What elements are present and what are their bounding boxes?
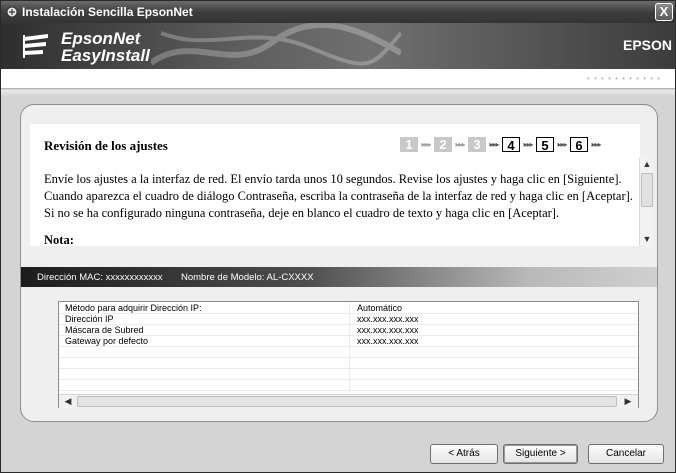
decorative-dots: • • • • • • • • • • •: [587, 74, 662, 83]
scroll-thumb[interactable]: [77, 396, 617, 407]
step-title: Revisión de los ajustes: [44, 138, 168, 153]
setting-name: Gateway por defecto: [65, 336, 149, 346]
device-info-bar: Dirección MAC: xxxxxxxxxxxx Nombre de Mo…: [21, 267, 657, 287]
step-3: 3: [468, 136, 486, 152]
step-arrow-icon: ▸▸▸: [523, 139, 533, 149]
scroll-up-icon[interactable]: ▲: [640, 158, 654, 171]
step-arrow-icon: ▸▸▸: [455, 139, 465, 149]
table-row: [59, 347, 638, 358]
epson-brand: EPSON: [623, 37, 673, 53]
step-2: 2: [434, 136, 452, 152]
scroll-thumb[interactable]: [641, 173, 653, 207]
table-row: Máscara de Subred xxx.xxx.xxx.xxx: [59, 325, 638, 336]
close-button[interactable]: X: [655, 3, 673, 21]
scroll-down-icon[interactable]: ▼: [640, 233, 654, 246]
table-row: [59, 369, 638, 380]
setting-value: xxx.xxx.xxx.xxx: [357, 314, 419, 324]
table-row: Dirección IP xxx.xxx.xxx.xxx: [59, 314, 638, 325]
scroll-left-icon[interactable]: ◀: [61, 395, 75, 408]
installer-window: Instalación Sencilla EpsonNet X EpsonNet…: [0, 0, 676, 473]
close-icon: X: [659, 4, 669, 19]
setting-name: Dirección IP: [65, 314, 114, 324]
table-row: Gateway por defecto xxx.xxx.xxx.xxx: [59, 336, 638, 347]
setting-value: xxx.xxx.xxx.xxx: [357, 336, 419, 346]
scroll-right-icon[interactable]: ▶: [621, 395, 635, 408]
title-bar[interactable]: Instalación Sencilla EpsonNet X: [1, 1, 675, 23]
logo-text-line2: EasyInstall: [61, 46, 150, 65]
step-arrow-icon: ▸▸▸: [557, 139, 567, 149]
next-button[interactable]: Siguiente >: [503, 444, 578, 464]
setting-name: Método para adquirir Dirección IP:: [65, 303, 202, 313]
model-name: Nombre de Modelo: AL-CXXXX: [181, 272, 314, 283]
header-banner: EpsonNet EasyInstall EPSON: [1, 23, 675, 69]
table-row: [59, 380, 638, 391]
step-arrow-icon: ▸▸▸: [591, 139, 601, 149]
setting-name: Máscara de Subred: [65, 325, 144, 335]
settings-table[interactable]: Método para adquirir Dirección IP: Automá…: [58, 301, 639, 408]
setting-value: xxx.xxx.xxx.xxx: [357, 325, 419, 335]
divider-band: [1, 90, 675, 98]
banner-decoration: [151, 23, 401, 66]
step-arrow-icon: ▸▸▸: [421, 139, 431, 149]
step-5: 5: [536, 136, 554, 153]
table-row: [59, 358, 638, 369]
back-button[interactable]: < Atrás: [430, 444, 498, 464]
mac-address: Dirección MAC: xxxxxxxxxxxx: [37, 272, 163, 283]
epsonnet-logo-icon: [23, 34, 48, 58]
note-heading: Nota:: [44, 233, 74, 245]
step-indicator: 1 ▸▸▸ 2 ▸▸▸ 3 ▸▸▸ 4 ▸▸▸ 5 ▸▸▸ 6 ▸▸▸: [400, 135, 604, 153]
sub-banner: • • • • • • • • • • •: [1, 69, 675, 89]
table-row: Método para adquirir Dirección IP: Automá…: [59, 303, 638, 314]
instructions-scrollbar[interactable]: ▲ ▼: [639, 158, 653, 246]
step-arrow-icon: ▸▸▸: [489, 139, 499, 149]
step-4: 4: [502, 136, 520, 153]
app-icon: [6, 6, 18, 18]
setting-value: Automático: [357, 303, 403, 313]
instructions-paragraph: Envíe los ajustes a la interfaz de red. …: [44, 172, 633, 220]
step-1: 1: [400, 136, 418, 152]
instructions-text: Envíe los ajustes a la interfaz de red. …: [44, 171, 636, 245]
table-horizontal-scrollbar[interactable]: ◀ ▶: [59, 394, 638, 408]
cancel-button[interactable]: Cancelar: [588, 444, 664, 464]
step-6: 6: [570, 136, 588, 153]
window-title: Instalación Sencilla EpsonNet: [22, 5, 193, 19]
